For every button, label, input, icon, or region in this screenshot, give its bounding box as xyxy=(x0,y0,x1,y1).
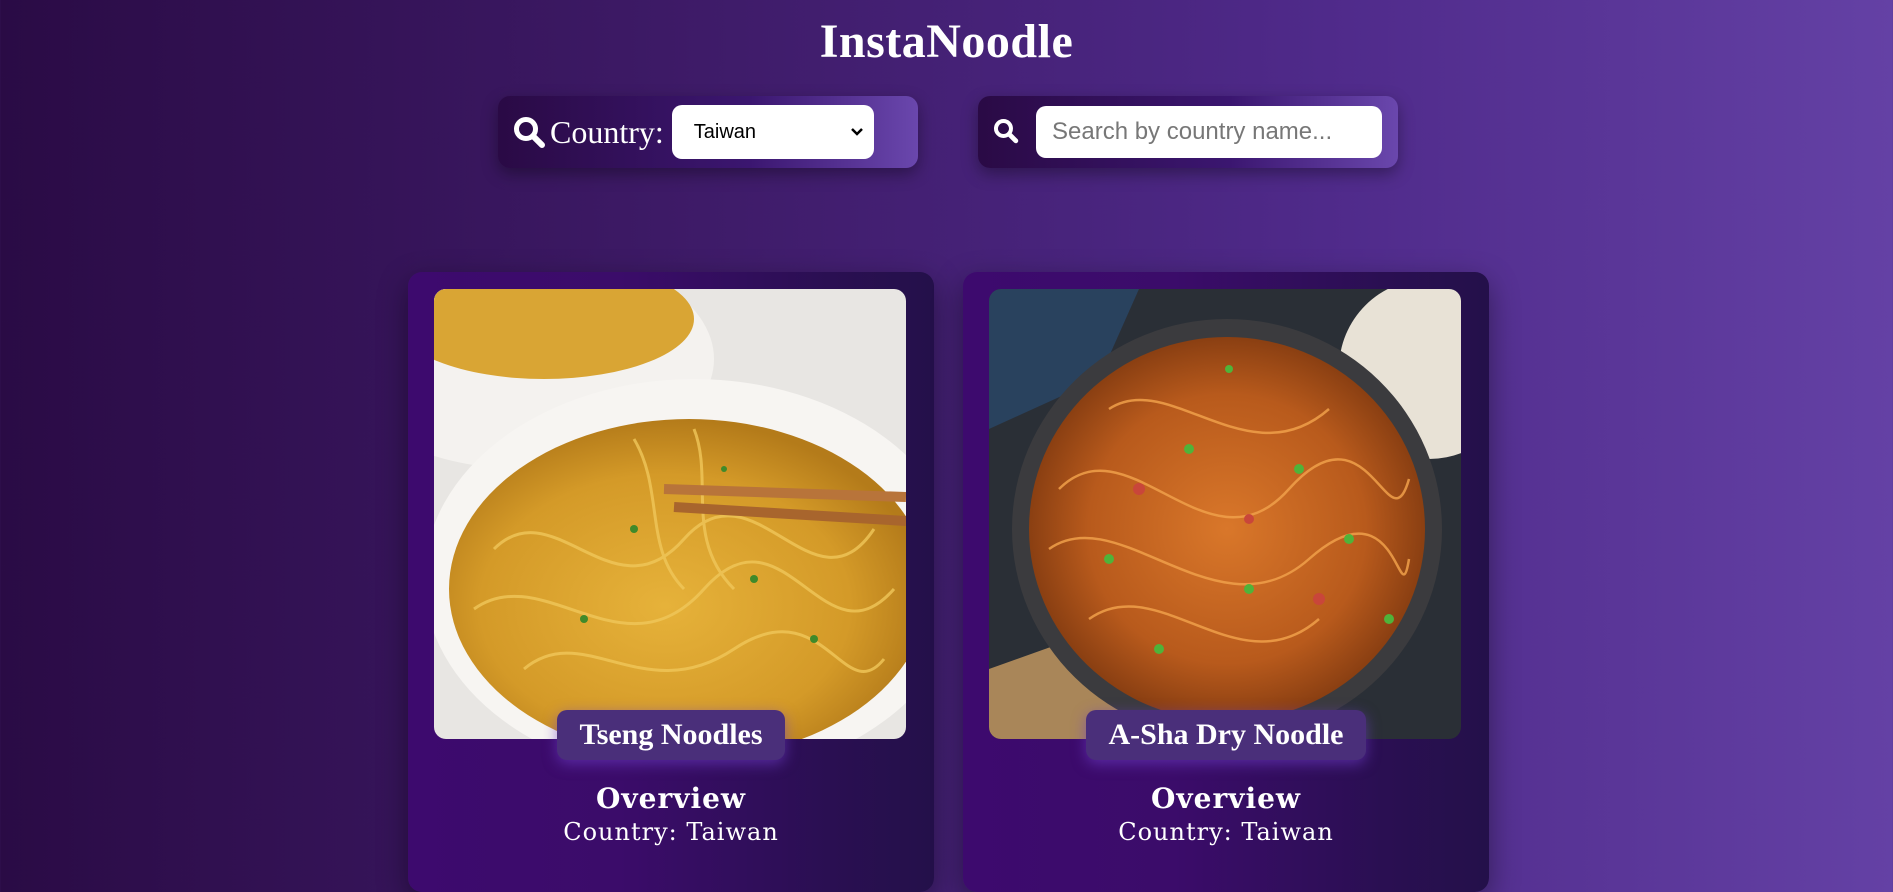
search-placeholder: Search by country name... xyxy=(1052,118,1333,145)
country-select-value: Taiwan xyxy=(693,120,757,143)
search-icon xyxy=(514,117,545,148)
country-label: Country: xyxy=(550,113,664,150)
search-icon xyxy=(993,118,1019,144)
noodle-country: Country: Taiwan xyxy=(1118,818,1334,846)
chevron-down-icon xyxy=(850,128,863,136)
country-select[interactable]: Taiwan xyxy=(671,105,874,159)
noodle-card[interactable]: Tseng Noodles Overview Country: Taiwan xyxy=(408,272,934,892)
noodle-photo xyxy=(989,289,1461,739)
noodle-name: A-Sha Dry Noodle xyxy=(1086,710,1366,760)
noodle-photo xyxy=(434,289,906,739)
app-title: InstaNoodle xyxy=(819,15,1074,68)
noodle-country: Country: Taiwan xyxy=(563,818,779,846)
noodle-name: Tseng Noodles xyxy=(557,710,785,760)
overview-heading: Overview xyxy=(1150,782,1302,815)
country-search: Search by country name... xyxy=(978,96,1398,168)
overview-heading: Overview xyxy=(595,782,747,815)
noodle-card[interactable]: A-Sha Dry Noodle Overview Country: Taiwa… xyxy=(963,272,1489,892)
search-input[interactable]: Search by country name... xyxy=(1036,106,1382,158)
country-filter: Country: Taiwan xyxy=(498,96,918,168)
